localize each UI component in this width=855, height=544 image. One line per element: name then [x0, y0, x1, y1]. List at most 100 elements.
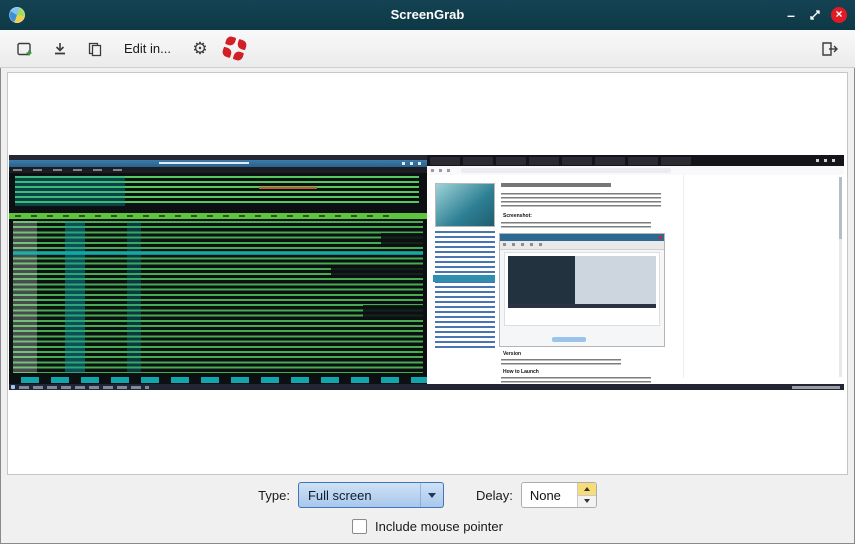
- htop-meters-red: [259, 187, 317, 189]
- firefox-nav-icons: [431, 169, 455, 172]
- mini-window-toolbar: [500, 241, 664, 250]
- spin-up-icon: [584, 487, 590, 491]
- mini-screenshot-dark-area: [508, 256, 575, 308]
- copy-button[interactable]: [79, 34, 111, 64]
- delay-spinbox[interactable]: None: [521, 482, 597, 508]
- mini-window-controls: [552, 337, 586, 342]
- screenshot-preview-image: Screenshot:: [9, 155, 844, 390]
- pointer-option-row: Include mouse pointer: [0, 515, 855, 537]
- terminal-titlebar: [9, 160, 427, 167]
- desktop-taskbar: [9, 384, 844, 390]
- taskbar-start-icon: [11, 385, 15, 389]
- edit-in-button[interactable]: Edit in...: [114, 34, 181, 64]
- htop-meters-cyan: [15, 176, 125, 206]
- taskbar-clock-area: [792, 386, 840, 389]
- terminal-menu-items: [13, 169, 123, 171]
- logo-petal: [237, 39, 248, 50]
- terminal-row-gap: [363, 305, 423, 319]
- mini-close-icon: [659, 236, 662, 239]
- logo-petal: [222, 47, 233, 58]
- delay-spin-buttons: [577, 483, 596, 507]
- manual-heading-how-to-launch: How to Launch: [503, 369, 539, 375]
- settings-button[interactable]: ⚙: [184, 34, 216, 64]
- manual-sidebar-links: [435, 231, 495, 349]
- manual-sidebar-active-item: [433, 275, 495, 282]
- terminal-column-tint: [65, 221, 85, 373]
- terminal-window-buttons: [402, 162, 424, 165]
- mini-screenshot-taskbar: [508, 304, 656, 308]
- include-pointer-checkbox[interactable]: [352, 519, 367, 534]
- manual-embedded-screenshot: [499, 233, 665, 347]
- screengrab-logo-icon: [222, 35, 248, 61]
- htop-function-key-bar: [9, 377, 427, 383]
- screengrab-window: ScreenGrab – ×: [0, 0, 855, 544]
- captured-firefox-window: Screenshot:: [427, 155, 844, 384]
- include-pointer-label: Include mouse pointer: [375, 519, 503, 534]
- new-screenshot-icon: [16, 41, 34, 57]
- firefox-scrollbar: [839, 177, 842, 377]
- manual-paragraph: [501, 222, 651, 229]
- type-combobox[interactable]: Full screen: [298, 482, 444, 508]
- delay-spin-up-button[interactable]: [578, 483, 596, 496]
- firefox-tabbar: [427, 155, 844, 166]
- type-combobox-arrow[interactable]: [420, 483, 443, 507]
- save-button[interactable]: [44, 34, 76, 64]
- terminal-column-tint: [13, 221, 37, 373]
- close-icon: ×: [831, 7, 847, 23]
- manual-page-title: [501, 183, 611, 187]
- manual-paragraph: [501, 377, 651, 383]
- logo-petal: [225, 35, 236, 46]
- window-title: ScreenGrab: [0, 0, 855, 30]
- terminal-column-tint: [127, 221, 141, 373]
- save-icon: [52, 41, 68, 57]
- terminal-body: [9, 173, 427, 384]
- taskbar-window-buttons: [19, 386, 149, 389]
- logo-petal: [233, 50, 244, 61]
- type-combobox-value: Full screen: [299, 488, 372, 503]
- delay-spin-down-button[interactable]: [578, 496, 596, 508]
- screengrab-logo-button[interactable]: [219, 34, 251, 64]
- toolbar: Edit in... ⚙: [0, 30, 855, 68]
- mini-toolbar-icons: [503, 243, 543, 246]
- new-screenshot-button[interactable]: [9, 34, 41, 64]
- delay-spinbox-value: None: [522, 488, 561, 503]
- gear-icon: ⚙: [192, 40, 207, 57]
- delay-label: Delay:: [476, 488, 513, 503]
- terminal-row-gap: [331, 268, 423, 278]
- close-button[interactable]: ×: [827, 0, 851, 30]
- firefox-tabs: [430, 157, 692, 165]
- quit-button[interactable]: [814, 34, 846, 64]
- mini-window-body: [504, 252, 660, 326]
- maximize-button[interactable]: [803, 0, 827, 30]
- htop-header-bar: [9, 213, 427, 219]
- htop-header-text: [15, 215, 395, 217]
- chevron-down-icon: [428, 493, 436, 498]
- spin-down-icon: [584, 499, 590, 503]
- minimize-button[interactable]: –: [779, 0, 803, 30]
- firefox-urlbar: [461, 168, 671, 173]
- manual-heading-version: Version: [503, 351, 521, 357]
- capture-controls-row: Type: Full screen Delay: None: [0, 480, 855, 510]
- manual-cover-image: [435, 183, 495, 227]
- firefox-window-buttons: [816, 159, 840, 162]
- preview-panel: Screenshot:: [7, 72, 848, 475]
- firefox-page-content: Screenshot:: [427, 175, 844, 384]
- titlebar: ScreenGrab – ×: [0, 0, 855, 30]
- maximize-icon: [809, 9, 821, 21]
- manual-paragraph: [501, 193, 661, 208]
- htop-selected-row: [13, 251, 423, 255]
- terminal-title-text: [159, 162, 249, 164]
- mini-window-titlebar: [500, 234, 664, 241]
- captured-terminal-window: [9, 160, 427, 384]
- manual-main-column: Screenshot:: [501, 183, 667, 383]
- manual-paragraph: [501, 359, 621, 365]
- copy-icon: [87, 41, 103, 57]
- minimize-icon: –: [787, 7, 795, 23]
- terminal-row-gap: [381, 233, 423, 245]
- mini-screenshot-thumb: [508, 256, 656, 308]
- type-label: Type:: [258, 488, 290, 503]
- firefox-scrollbar-thumb: [839, 177, 842, 239]
- manual-heading-screenshot: Screenshot:: [503, 213, 532, 219]
- exit-icon: [821, 41, 839, 57]
- page-divider: [683, 175, 684, 378]
